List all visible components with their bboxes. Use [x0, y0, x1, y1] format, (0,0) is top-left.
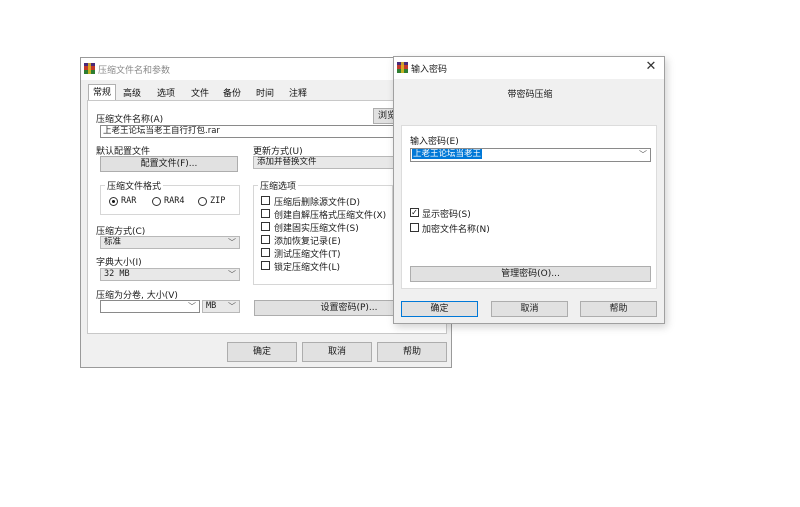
password-help-button[interactable]: 帮助 [580, 301, 657, 317]
password-dialog-title: 输入密码 [411, 65, 448, 75]
option-sfx-label: 创建自解压格式压缩文件(X) [274, 211, 387, 221]
tab-time[interactable]: 时间 [252, 87, 278, 101]
chevron-down-icon: ﹀ [228, 302, 236, 311]
enter-password-label: 输入密码(E) [410, 137, 459, 147]
manage-passwords-button[interactable]: 管理密码(O)... [410, 266, 651, 282]
format-zip-label: ZIP [210, 196, 226, 206]
option-lock-label: 锁定压缩文件(L) [274, 263, 341, 273]
tab-options[interactable]: 选项 [153, 87, 179, 101]
split-unit-value: MB [206, 301, 217, 311]
password-input[interactable]: 上老王论坛当老王 ﹀ [410, 148, 651, 162]
split-unit-select[interactable]: MB ﹀ [202, 300, 240, 313]
option-recovery-label: 添加恢复记录(E) [274, 237, 341, 247]
main-ok-button[interactable]: 确定 [227, 342, 297, 362]
dict-label: 字典大小(I) [96, 258, 142, 268]
chevron-down-icon: ﹀ [639, 150, 647, 159]
option-recovery-checkbox[interactable] [261, 235, 270, 244]
chevron-down-icon: ﹀ [228, 238, 236, 247]
format-group-label: 压缩文件格式 [105, 179, 164, 192]
option-lock-checkbox[interactable] [261, 261, 270, 270]
password-dialog: 输入密码 ✕ 带密码压缩 输入密码(E) 上老王论坛当老王 ﹀ ✓ 显示密码(S… [393, 56, 665, 324]
show-password-label: 显示密码(S) [422, 210, 471, 220]
password-panel: 输入密码(E) 上老王论坛当老王 ﹀ ✓ 显示密码(S) 加密文件名称(N) 管… [401, 125, 657, 289]
method-select[interactable]: 标准 ﹀ [100, 236, 240, 249]
options-group-label: 压缩选项 [258, 179, 299, 192]
dict-select[interactable]: 32 MB ﹀ [100, 268, 240, 281]
option-sfx-checkbox[interactable] [261, 209, 270, 218]
encrypt-names-label: 加密文件名称(N) [422, 225, 490, 235]
password-dialog-heading: 带密码压缩 [507, 90, 553, 100]
encrypt-names-checkbox[interactable] [410, 223, 419, 232]
option-delete-source-checkbox[interactable] [261, 196, 270, 205]
winrar-books-icon [84, 63, 95, 74]
format-zip-radio[interactable] [198, 197, 207, 206]
tab-advanced[interactable]: 高级 [119, 87, 145, 101]
chevron-down-icon: ﹀ [188, 302, 196, 311]
profile-button[interactable]: 配置文件(F)... [100, 156, 238, 172]
close-icon[interactable]: ✕ [644, 59, 658, 75]
format-rar-label: RAR [121, 196, 137, 206]
option-test-checkbox[interactable] [261, 248, 270, 257]
update-mode-value: 添加并替换文件 [257, 157, 317, 167]
option-solid-label: 创建固实压缩文件(S) [274, 224, 359, 234]
password-value: 上老王论坛当老王 [412, 149, 483, 159]
password-dialog-titlebar[interactable]: 输入密码 ✕ [394, 57, 664, 79]
chevron-down-icon: ﹀ [228, 270, 236, 279]
method-value: 标准 [104, 237, 122, 247]
format-rar4-radio[interactable] [152, 197, 161, 206]
option-delete-source-label: 压缩后删除源文件(D) [274, 198, 360, 208]
archive-name-label: 压缩文件名称(A) [96, 115, 164, 125]
tab-comment[interactable]: 注释 [285, 87, 311, 101]
format-rar4-label: RAR4 [164, 196, 185, 206]
main-help-button[interactable]: 帮助 [377, 342, 447, 362]
password-cancel-button[interactable]: 取消 [491, 301, 568, 317]
winrar-books-icon [397, 62, 408, 73]
split-size-input[interactable]: ﹀ [100, 300, 200, 313]
format-rar-radio[interactable] [109, 197, 118, 206]
dict-value: 32 MB [104, 269, 130, 279]
password-ok-button[interactable]: 确定 [401, 301, 478, 317]
window-title: 压缩文件名和参数 [98, 66, 171, 76]
tab-files[interactable]: 文件 [187, 87, 213, 101]
tab-backup[interactable]: 备份 [219, 87, 245, 101]
option-test-label: 测试压缩文件(T) [274, 250, 341, 260]
main-cancel-button[interactable]: 取消 [302, 342, 372, 362]
option-solid-checkbox[interactable] [261, 222, 270, 231]
show-password-checkbox[interactable]: ✓ [410, 208, 419, 217]
